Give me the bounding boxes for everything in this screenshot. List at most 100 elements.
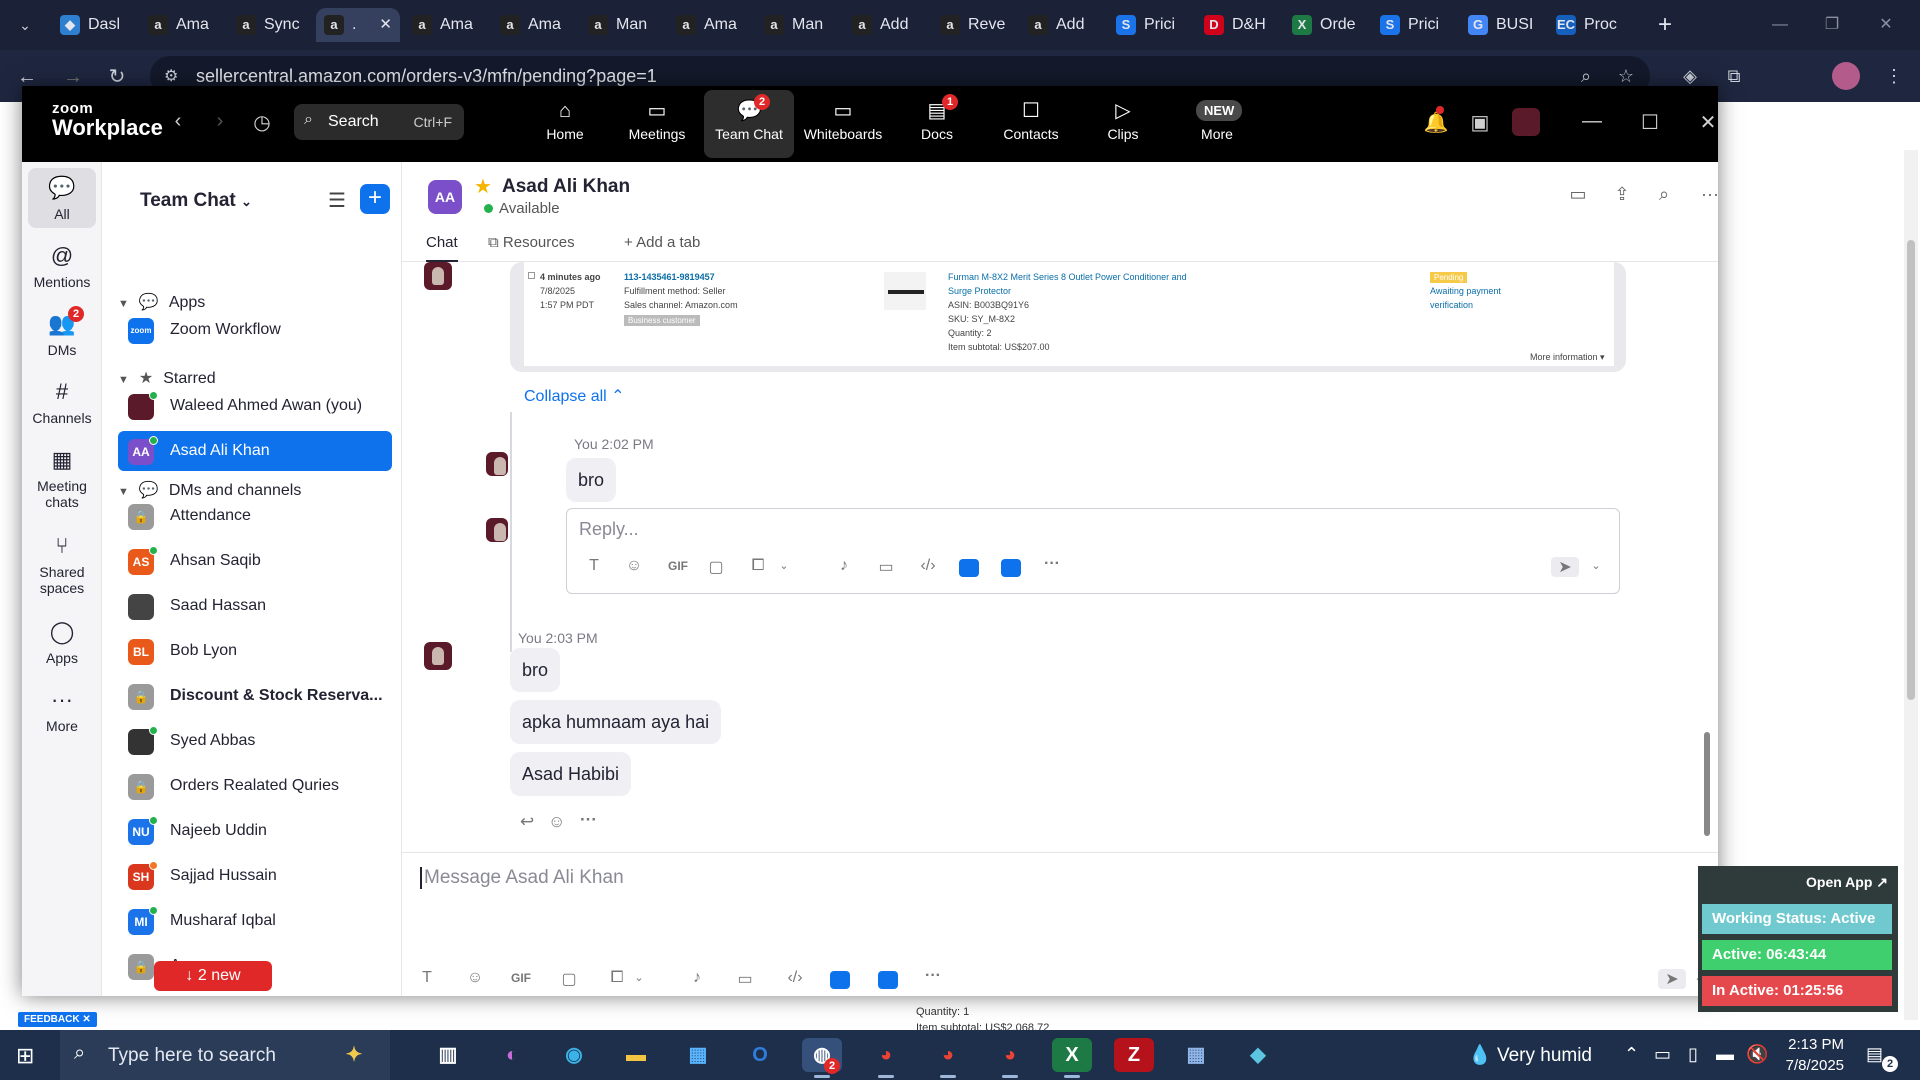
calendar-icon[interactable]: ▣ xyxy=(1466,110,1494,135)
code-icon[interactable]: ‹/› xyxy=(917,557,939,575)
browser-tab[interactable]: a Ama xyxy=(404,8,488,42)
collapse-all-link[interactable]: Collapse all ⌃ xyxy=(524,386,625,406)
nav-clips[interactable]: ▷ Clips xyxy=(1078,90,1168,158)
forward-arrow-icon[interactable]: › xyxy=(206,110,234,133)
browser-tab[interactable]: a Ama xyxy=(668,8,752,42)
nav-team-chat[interactable]: 💬 Team Chat 2 xyxy=(704,90,794,158)
task-view-icon[interactable]: ▥ xyxy=(428,1038,468,1072)
network-icon[interactable]: ▭ xyxy=(1654,1044,1671,1065)
tab-resources[interactable]: ⧉ Resources xyxy=(488,234,575,251)
sidebar-item[interactable]: BL Bob Lyon xyxy=(118,631,392,671)
nav-whiteboards[interactable]: ▭ Whiteboards xyxy=(798,90,888,158)
rail-channels[interactable]: # Channels xyxy=(28,372,96,432)
new-chat-button[interactable]: + xyxy=(360,184,390,214)
history-icon[interactable]: ◷ xyxy=(248,110,276,135)
device-icon[interactable]: ▯ xyxy=(1688,1044,1698,1065)
rail-apps[interactable]: ◯ Apps xyxy=(28,612,96,672)
tab-add[interactable]: + Add a tab xyxy=(624,234,700,251)
feedback-tab[interactable]: FEEDBACK ✕ xyxy=(18,1012,97,1027)
zoom-maximize-icon[interactable]: ☐ xyxy=(1636,110,1664,135)
sidebar-item[interactable]: 🔒 Attendance xyxy=(118,496,392,536)
sidebar-item[interactable]: 🔒 Discount & Stock Reserva... xyxy=(118,676,392,716)
chrome-icon-3[interactable]: ◕ xyxy=(990,1038,1030,1078)
order-screenshot-image[interactable]: 4 minutes ago 7/8/2025 1:57 PM PDT 113-1… xyxy=(510,262,1626,372)
chevron-down-icon[interactable]: ⌄ xyxy=(773,559,795,572)
browser-restore-icon[interactable]: ❐ xyxy=(1812,10,1852,40)
filezilla-icon[interactable]: Z xyxy=(1114,1038,1154,1072)
browser-minimize-icon[interactable]: — xyxy=(1760,10,1800,40)
contact-avatar[interactable]: AA xyxy=(428,180,462,214)
app-shortcut-icon[interactable] xyxy=(830,971,850,989)
file-icon[interactable]: ▢ xyxy=(705,557,727,577)
reply-input[interactable]: Reply... T ☺ GIF ▢ ⧠ ⌄ ♪ ▭ ‹/› ··· ➤ ⌄ xyxy=(566,508,1620,594)
emoji-icon[interactable]: ☺ xyxy=(464,969,486,987)
code-icon[interactable]: ‹/› xyxy=(780,969,810,987)
browser-tab[interactable]: D D&H xyxy=(1196,8,1280,42)
more-tools-icon[interactable]: ··· xyxy=(922,967,944,985)
notification-center-icon[interactable]: ▤ xyxy=(1866,1044,1883,1065)
excel-icon[interactable]: X xyxy=(1052,1038,1092,1078)
screenshot-icon[interactable]: ⧠ xyxy=(606,969,628,987)
browser-tab[interactable]: a Add xyxy=(1020,8,1104,42)
volume-muted-icon[interactable]: 🔇 xyxy=(1746,1044,1768,1065)
sidebar-item[interactable]: AA Asad Ali Khan xyxy=(118,431,392,471)
tab-close-icon[interactable]: ✕ xyxy=(379,8,392,42)
send-icon[interactable]: ➤ xyxy=(1551,557,1579,577)
search-chat-icon[interactable]: ⌕ xyxy=(1650,184,1678,205)
weather-widget[interactable]: 💧 Very humid xyxy=(1468,1043,1592,1067)
sidebar-item[interactable]: NU Najeeb Uddin xyxy=(118,811,392,851)
microphone-icon[interactable]: ♪ xyxy=(833,557,855,575)
chrome-icon-1[interactable]: ◕ xyxy=(866,1038,906,1078)
app-icon[interactable]: ◆ xyxy=(1238,1038,1278,1072)
battery-icon[interactable]: ▬ xyxy=(1716,1044,1734,1065)
site-info-icon[interactable]: ⚙ xyxy=(164,66,178,86)
section-starred[interactable]: ▼ ★ Starred xyxy=(118,368,216,388)
sidebar-item[interactable]: AS Ahsan Saqib xyxy=(118,541,392,581)
edge-icon[interactable]: ◉ xyxy=(554,1038,594,1072)
filter-icon[interactable]: ☰ xyxy=(328,188,346,213)
browser-menu-icon[interactable]: ⋮ xyxy=(1880,62,1908,90)
message-bubble-3[interactable]: Asad Habibi xyxy=(510,752,632,796)
browser-tab[interactable]: X Orde xyxy=(1284,8,1368,42)
user-avatar[interactable] xyxy=(486,518,508,542)
video-call-icon[interactable]: ▭ xyxy=(1564,184,1592,205)
message-more-icon[interactable]: ··· xyxy=(580,810,597,830)
copilot-app-icon[interactable]: ◐ xyxy=(492,1038,532,1072)
tray-chevron-icon[interactable]: ⌃ xyxy=(1624,1044,1639,1065)
text-format-icon[interactable]: T xyxy=(416,969,438,987)
browser-tab[interactable]: a Sync xyxy=(228,8,312,42)
zoom-search[interactable]: ⌕ Search Ctrl+F xyxy=(294,104,464,140)
zoom-app-icon[interactable] xyxy=(878,971,898,989)
user-avatar[interactable] xyxy=(424,262,452,290)
more-tools-icon[interactable]: ··· xyxy=(1041,555,1063,573)
calculator-icon[interactable]: ▦ xyxy=(1176,1038,1216,1072)
browser-close-icon[interactable]: ✕ xyxy=(1866,10,1906,40)
more-options-icon[interactable]: ··· xyxy=(1696,184,1724,205)
browser-tab[interactable]: a Reve xyxy=(932,8,1016,42)
sidebar-item[interactable]: 🔒 Orders Realated Quries xyxy=(118,766,392,806)
screenshot-icon[interactable]: ⧠ xyxy=(747,557,769,575)
system-clock[interactable]: 2:13 PM 7/8/2025 xyxy=(1774,1034,1844,1076)
section-apps[interactable]: ▼ 💬 Apps xyxy=(118,292,205,312)
video-message-icon[interactable]: ▭ xyxy=(734,969,756,989)
chevron-down-icon[interactable]: ⌄ xyxy=(1585,559,1607,572)
browser-tab[interactable]: ◆ Dasl xyxy=(52,8,136,42)
reply-thread-icon[interactable]: ↩ xyxy=(520,812,534,832)
sidebar-item[interactable]: Waleed Ahmed Awan (you) xyxy=(118,386,392,426)
message-bubble-1[interactable]: bro xyxy=(510,648,561,692)
microphone-icon[interactable]: ♪ xyxy=(686,969,708,987)
profile-avatar[interactable] xyxy=(1832,62,1860,90)
rail-mentions[interactable]: @ Mentions xyxy=(28,236,96,296)
emoji-icon[interactable]: ☺ xyxy=(623,557,645,575)
sidebar-item[interactable]: zoom Zoom Workflow xyxy=(118,310,392,350)
rail-dms[interactable]: 👥 DMs 2 xyxy=(28,304,96,364)
chrome-icon-2[interactable]: ◕ xyxy=(928,1038,968,1078)
file-explorer-icon[interactable]: ▬ xyxy=(616,1038,656,1072)
browser-tab[interactable]: a Man xyxy=(580,8,664,42)
browser-tab[interactable]: EC Proc xyxy=(1548,8,1632,42)
browser-tab[interactable]: a Ama xyxy=(492,8,576,42)
sidebar-item[interactable]: Syed Abbas xyxy=(118,721,392,761)
app-shortcut-icon[interactable] xyxy=(959,559,979,577)
browser-tab[interactable]: S Prici xyxy=(1108,8,1192,42)
sidebar-item[interactable]: MI Musharaf Iqbal xyxy=(118,901,392,941)
